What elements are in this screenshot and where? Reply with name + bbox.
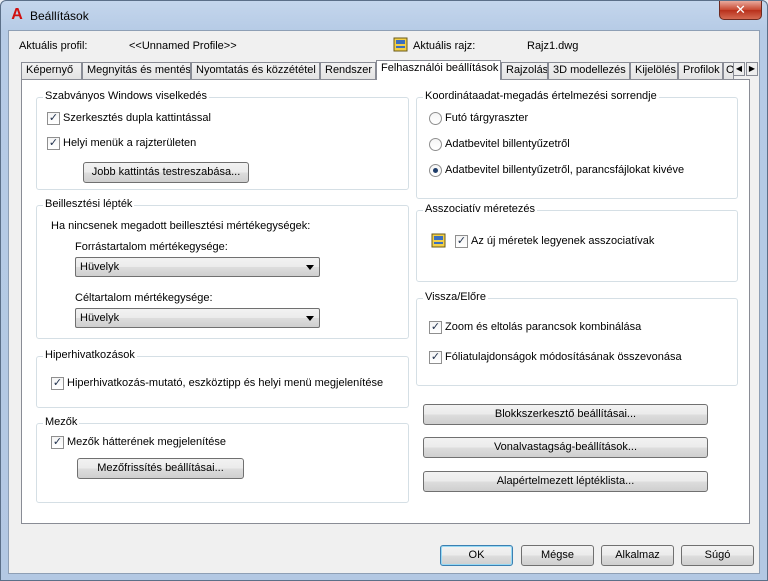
current-profile-label: Aktuális profil:	[19, 40, 88, 52]
help-button[interactable]: Súgó	[681, 545, 754, 566]
target-units-select[interactable]: Hüvelyk	[75, 308, 320, 328]
tab-drafting[interactable]: Rajzolás	[501, 62, 548, 79]
tab-system[interactable]: Rendszer	[320, 62, 376, 79]
insertion-scale-group: Beillesztési lépték Ha nincsenek megadot…	[36, 198, 409, 339]
group-title: Hiperhivatkozások	[43, 349, 137, 361]
tab-profiles[interactable]: Profilok	[678, 62, 723, 79]
group-title: Mezők	[43, 416, 80, 428]
checkbox-box[interactable]: ✓	[429, 351, 442, 364]
windows-behavior-group: Szabványos Windows viselkedés ✓ Szerkesz…	[36, 90, 409, 190]
user-preferences-panel: Szabványos Windows viselkedés ✓ Szerkesz…	[21, 79, 750, 524]
checkbox-box[interactable]: ✓	[455, 235, 468, 248]
checkbox-label: Szerkesztés dupla kattintással	[63, 112, 211, 124]
tab-display[interactable]: Képernyő	[21, 62, 82, 79]
title-bar[interactable]: A Beállítások ✕	[1, 1, 767, 31]
tab-open-save[interactable]: Megnyitás és mentés	[82, 62, 191, 79]
group-title: Beillesztési lépték	[43, 198, 135, 210]
insertion-units-hint: Ha nincsenek megadott beillesztési mérté…	[51, 220, 311, 232]
select-value: Hüvelyk	[80, 312, 120, 324]
current-profile-value: <<Unnamed Profile>>	[129, 40, 237, 52]
tab-user-preferences[interactable]: Felhasználói beállítások	[376, 60, 501, 80]
current-drawing-label: Aktuális rajz:	[413, 40, 476, 52]
drawing-icon	[393, 37, 408, 52]
group-title: Vissza/Előre	[423, 291, 488, 303]
tab-selection[interactable]: Kijelölés	[630, 62, 678, 79]
dropdown-arrow-icon	[306, 265, 314, 270]
associative-dimension-icon	[431, 233, 446, 248]
dropdown-arrow-icon	[306, 316, 314, 321]
checkbox-box[interactable]: ✓	[429, 321, 442, 334]
lineweight-settings-button[interactable]: Vonalvastagság-beállítások...	[423, 437, 708, 458]
close-button[interactable]: ✕	[719, 1, 762, 20]
hyperlink-group: Hiperhivatkozások ✓ Hiperhivatkozás-muta…	[36, 349, 409, 408]
undo-redo-group: Vissza/Előre ✓ Zoom és eltolás parancsok…	[416, 291, 738, 386]
default-scale-list-button[interactable]: Alapértelmezett léptéklista...	[423, 471, 708, 492]
source-units-label: Forrástartalom mértékegysége:	[75, 241, 228, 253]
window-title: Beállítások	[30, 9, 89, 23]
group-title: Asszociatív méretezés	[423, 203, 538, 215]
radio-label: Futó tárgyraszter	[445, 112, 529, 124]
select-value: Hüvelyk	[80, 261, 120, 273]
ok-button[interactable]: OK	[440, 545, 513, 566]
radio-button[interactable]	[429, 138, 442, 151]
checkbox-box[interactable]: ✓	[51, 436, 64, 449]
block-editor-settings-button[interactable]: Blokkszerkesztő beállításai...	[423, 404, 708, 425]
checkbox-label: Helyi menük a rajzterületen	[63, 137, 197, 149]
apply-button[interactable]: Alkalmaz	[601, 545, 674, 566]
cancel-button[interactable]: Mégse	[521, 545, 594, 566]
checkbox-label: Zoom és eltolás parancsok kombinálása	[445, 321, 642, 333]
target-units-label: Céltartalom mértékegysége:	[75, 292, 213, 304]
tab-scroll-left-icon[interactable]: ◀	[733, 62, 745, 76]
radio-label: Adatbevitel billentyűzetről	[445, 138, 570, 150]
group-title: Koordinátaadat-megadás értelmezési sorre…	[423, 90, 659, 102]
dialog-client: Aktuális profil: <<Unnamed Profile>> Akt…	[8, 30, 760, 574]
checkbox-label: Fóliatulajdonságok módosításának összevo…	[445, 351, 682, 363]
tab-plot-publish[interactable]: Nyomtatás és közzététel	[191, 62, 320, 79]
checkbox-box[interactable]: ✓	[51, 377, 64, 390]
tab-3d-modeling[interactable]: 3D modellezés	[548, 62, 630, 79]
tab-strip: Képernyő Megnyitás és mentés Nyomtatás é…	[21, 60, 761, 80]
profile-row: Aktuális profil: <<Unnamed Profile>> Akt…	[9, 31, 759, 59]
group-title: Szabványos Windows viselkedés	[43, 90, 210, 102]
current-drawing-value: Rajz1.dwg	[527, 40, 579, 52]
radio-button-selected[interactable]	[429, 164, 442, 177]
field-update-settings-button[interactable]: Mezőfrissítés beállításai...	[77, 458, 244, 479]
tab-scroll-right-icon[interactable]: ▶	[746, 62, 758, 76]
right-click-customization-button[interactable]: Jobb kattintás testreszabása...	[83, 162, 249, 183]
checkbox-label: Hiperhivatkozás-mutató, eszköztipp és he…	[67, 377, 384, 389]
checkbox-label: Mezők hátterének megjelenítése	[67, 436, 226, 448]
checkbox-box[interactable]: ✓	[47, 112, 60, 125]
source-units-select[interactable]: Hüvelyk	[75, 257, 320, 277]
checkbox-label: Az új méretek legyenek asszociatívak	[471, 235, 655, 247]
radio-button[interactable]	[429, 112, 442, 125]
associative-dimensioning-group: Asszociatív méretezés ✓ Az új méretek le…	[416, 203, 738, 282]
fields-group: Mezők ✓ Mezők hátterének megjelenítése M…	[36, 416, 409, 503]
autocad-logo-icon: A	[11, 6, 23, 23]
coordinate-priority-group: Koordinátaadat-megadás értelmezési sorre…	[416, 90, 738, 199]
options-dialog: A Beállítások ✕ Aktuális profil: <<Unnam…	[0, 0, 768, 581]
radio-label: Adatbevitel billentyűzetről, parancsfájl…	[445, 164, 685, 176]
checkbox-box[interactable]: ✓	[47, 137, 60, 150]
